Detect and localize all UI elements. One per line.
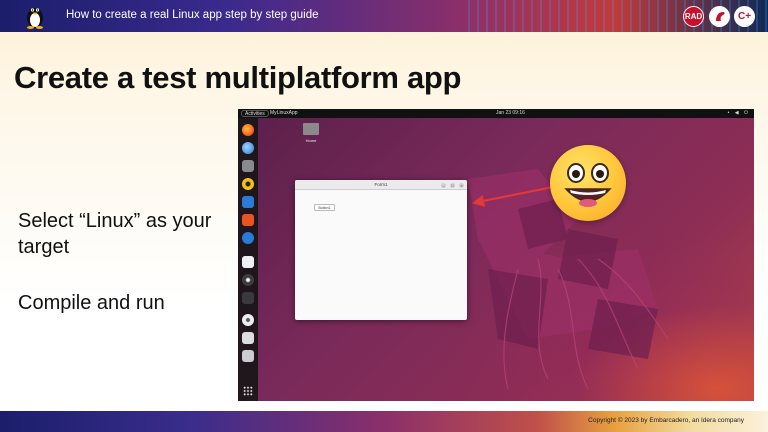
top-banner: How to create a real Linux app step by s… — [0, 0, 768, 32]
slide-title: Create a test multiplatform app — [14, 60, 462, 95]
grinning-emoji-icon — [550, 145, 626, 221]
delphi-helmet-icon — [715, 11, 724, 21]
cpp-builder-logo: C+ — [734, 6, 755, 27]
ubuntu-desktop-screenshot: Activities MyLinuxApp Jan 23 09:16 • ◀ ⏻… — [238, 109, 754, 401]
rad-studio-logo: RAD — [683, 6, 704, 27]
copyright-text: Copyright © 2023 by Embarcadero, an Ider… — [588, 417, 744, 424]
bullet-select-linux: Select “Linux” as your target — [18, 210, 212, 258]
tux-penguin-icon — [27, 8, 43, 29]
pointer-arrow — [472, 186, 554, 207]
bullet-compile-run: Compile and run — [18, 292, 165, 314]
footer-bar: Copyright © 2023 by Embarcadero, an Ider… — [0, 411, 768, 432]
delphi-logo — [709, 6, 730, 27]
banner-title: How to create a real Linux app step by s… — [66, 9, 319, 21]
